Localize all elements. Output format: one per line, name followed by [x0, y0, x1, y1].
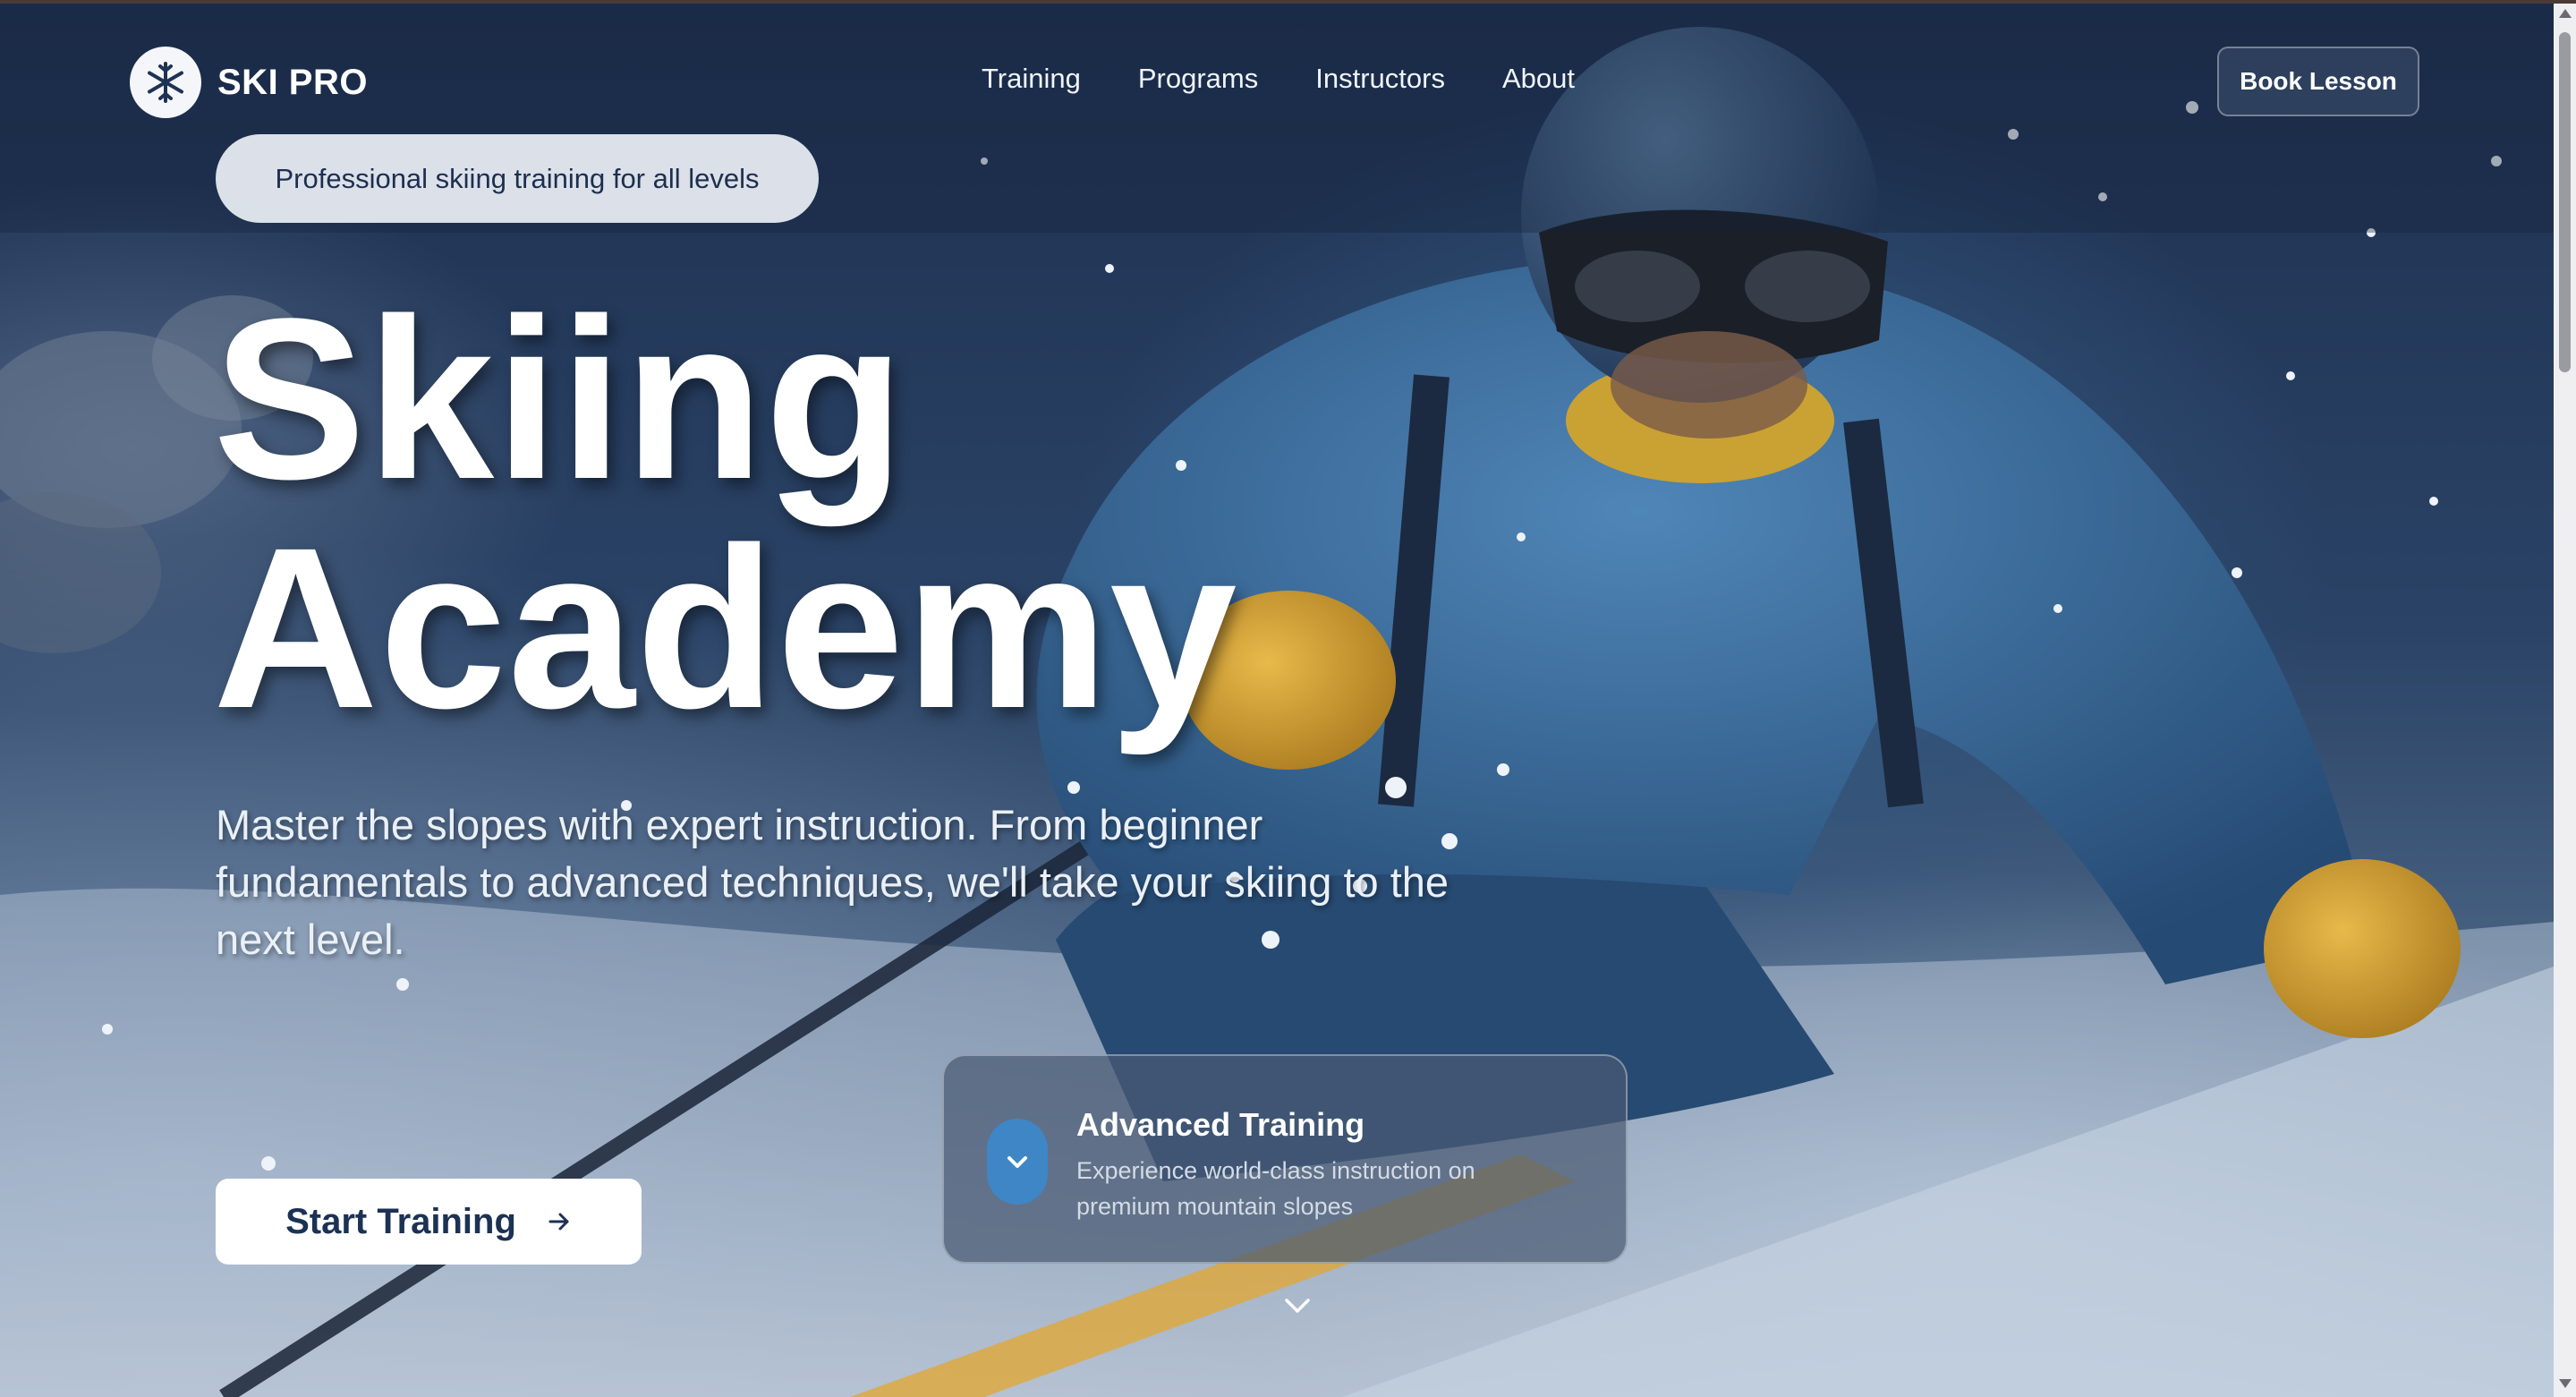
book-lesson-button[interactable]: Book Lesson	[2217, 47, 2419, 116]
browser-viewport: SKI PRO Training Programs Instructors Ab…	[0, 0, 2576, 1397]
hero-headline: Skiing Academy	[213, 285, 1237, 743]
nav-link-instructors[interactable]: Instructors	[1315, 63, 1445, 95]
nav-link-programs[interactable]: Programs	[1138, 63, 1258, 95]
main-menu: Training Programs Instructors About	[982, 63, 1632, 95]
tagline-badge: Professional skiing training for all lev…	[216, 134, 819, 223]
arrow-right-icon	[547, 1209, 572, 1234]
snowflake-icon	[130, 47, 201, 118]
brand-name: SKI PRO	[217, 62, 368, 102]
chevron-down-icon	[987, 1119, 1048, 1205]
vertical-scrollbar[interactable]	[2554, 0, 2576, 1397]
nav-link-about[interactable]: About	[1502, 63, 1575, 95]
window-top-edge	[0, 0, 2576, 4]
nav-link-training[interactable]: Training	[982, 63, 1081, 95]
hero-description: Master the slopes with expert instructio…	[216, 801, 1450, 963]
headline-line-2: Academy	[213, 500, 1238, 756]
scroll-down-arrow-icon[interactable]	[2559, 1379, 2572, 1388]
feature-title: Advanced Training	[1076, 1106, 1365, 1143]
scrollbar-thumb[interactable]	[2559, 32, 2571, 372]
headline-line-1: Skiing	[213, 271, 906, 527]
feature-card-advanced-training[interactable]: Advanced Training Experience world-class…	[942, 1054, 1628, 1264]
scroll-down-chevron-icon[interactable]	[1279, 1293, 1315, 1324]
start-training-button[interactable]: Start Training	[216, 1179, 642, 1265]
feature-description: Experience world-class instruction on pr…	[1076, 1157, 1475, 1220]
scroll-up-arrow-icon[interactable]	[2559, 9, 2572, 18]
brand-logo[interactable]: SKI PRO	[130, 47, 368, 118]
start-training-label: Start Training	[285, 1201, 516, 1241]
